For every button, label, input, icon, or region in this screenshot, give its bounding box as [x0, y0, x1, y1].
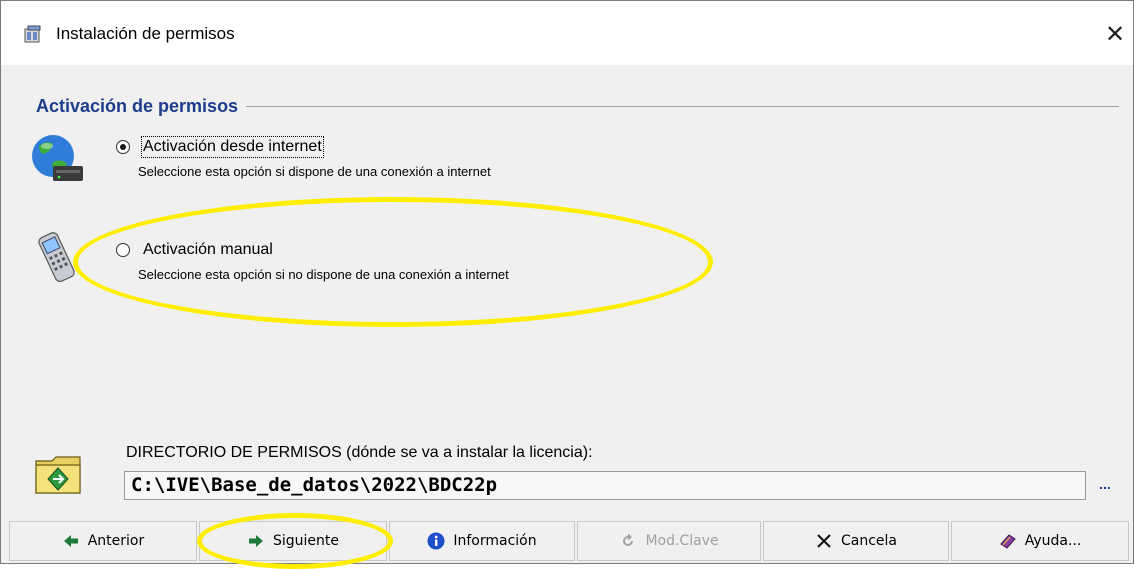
- mobile-phone-icon: [38, 232, 75, 283]
- siguiente-label: Siguiente: [272, 533, 339, 549]
- informacion-label: Información: [453, 533, 537, 549]
- close-button[interactable]: ✕: [1095, 15, 1134, 55]
- anterior-label: Anterior: [87, 533, 145, 549]
- internet-activation-label[interactable]: Activación desde internet: [141, 136, 324, 158]
- ayuda-label: Ayuda...: [1024, 533, 1082, 549]
- window-title: Instalación de permisos: [56, 24, 235, 43]
- arrow-left-icon: [63, 535, 78, 547]
- title-bar: Instalación de permisos ✕: [1, 1, 1133, 65]
- directory-path-field[interactable]: C:\IVE\Base_de_datos\2022\BDC22p: [124, 471, 1086, 500]
- anterior-button[interactable]: Anterior: [9, 521, 197, 561]
- dialog-window: Instalación de permisos ✕ Activación de …: [0, 0, 1134, 569]
- siguiente-button[interactable]: Siguiente: [199, 521, 387, 561]
- manual-activation-label[interactable]: Activación manual: [143, 241, 273, 259]
- cancela-button[interactable]: Cancela: [763, 521, 949, 561]
- directory-label: DIRECTORIO DE PERMISOS (dónde se va a in…: [126, 444, 593, 461]
- mod-clave-button[interactable]: Mod.Clave: [577, 521, 761, 561]
- section-title: Activación de permisos: [36, 96, 247, 117]
- x-icon: [817, 534, 831, 548]
- radio-manual-activation[interactable]: [116, 243, 130, 257]
- manual-activation-description: Seleccione esta opción si no dispone de …: [138, 267, 509, 282]
- radio-internet-activation[interactable]: [116, 140, 130, 154]
- button-bar: Anterior Siguiente Información Mod.Clave…: [1, 519, 1133, 563]
- internet-activation-description: Seleccione esta opción si dispone de una…: [138, 164, 491, 179]
- folder-icon: [35, 456, 81, 494]
- highlight-ellipse-manual: [73, 197, 713, 327]
- mod-clave-label: Mod.Clave: [645, 533, 719, 549]
- cancela-label: Cancela: [840, 533, 897, 549]
- help-book-icon: [999, 534, 1016, 549]
- info-icon: [427, 532, 445, 550]
- app-icon: [24, 25, 41, 43]
- informacion-button[interactable]: Información: [389, 521, 575, 561]
- refresh-icon: [623, 533, 634, 546]
- ayuda-button[interactable]: Ayuda...: [951, 521, 1129, 561]
- browse-directory-button[interactable]: ...: [1091, 476, 1119, 496]
- globe-modem-icon: [32, 135, 83, 181]
- arrow-right-icon: [248, 535, 263, 547]
- close-icon: ✕: [1104, 21, 1126, 48]
